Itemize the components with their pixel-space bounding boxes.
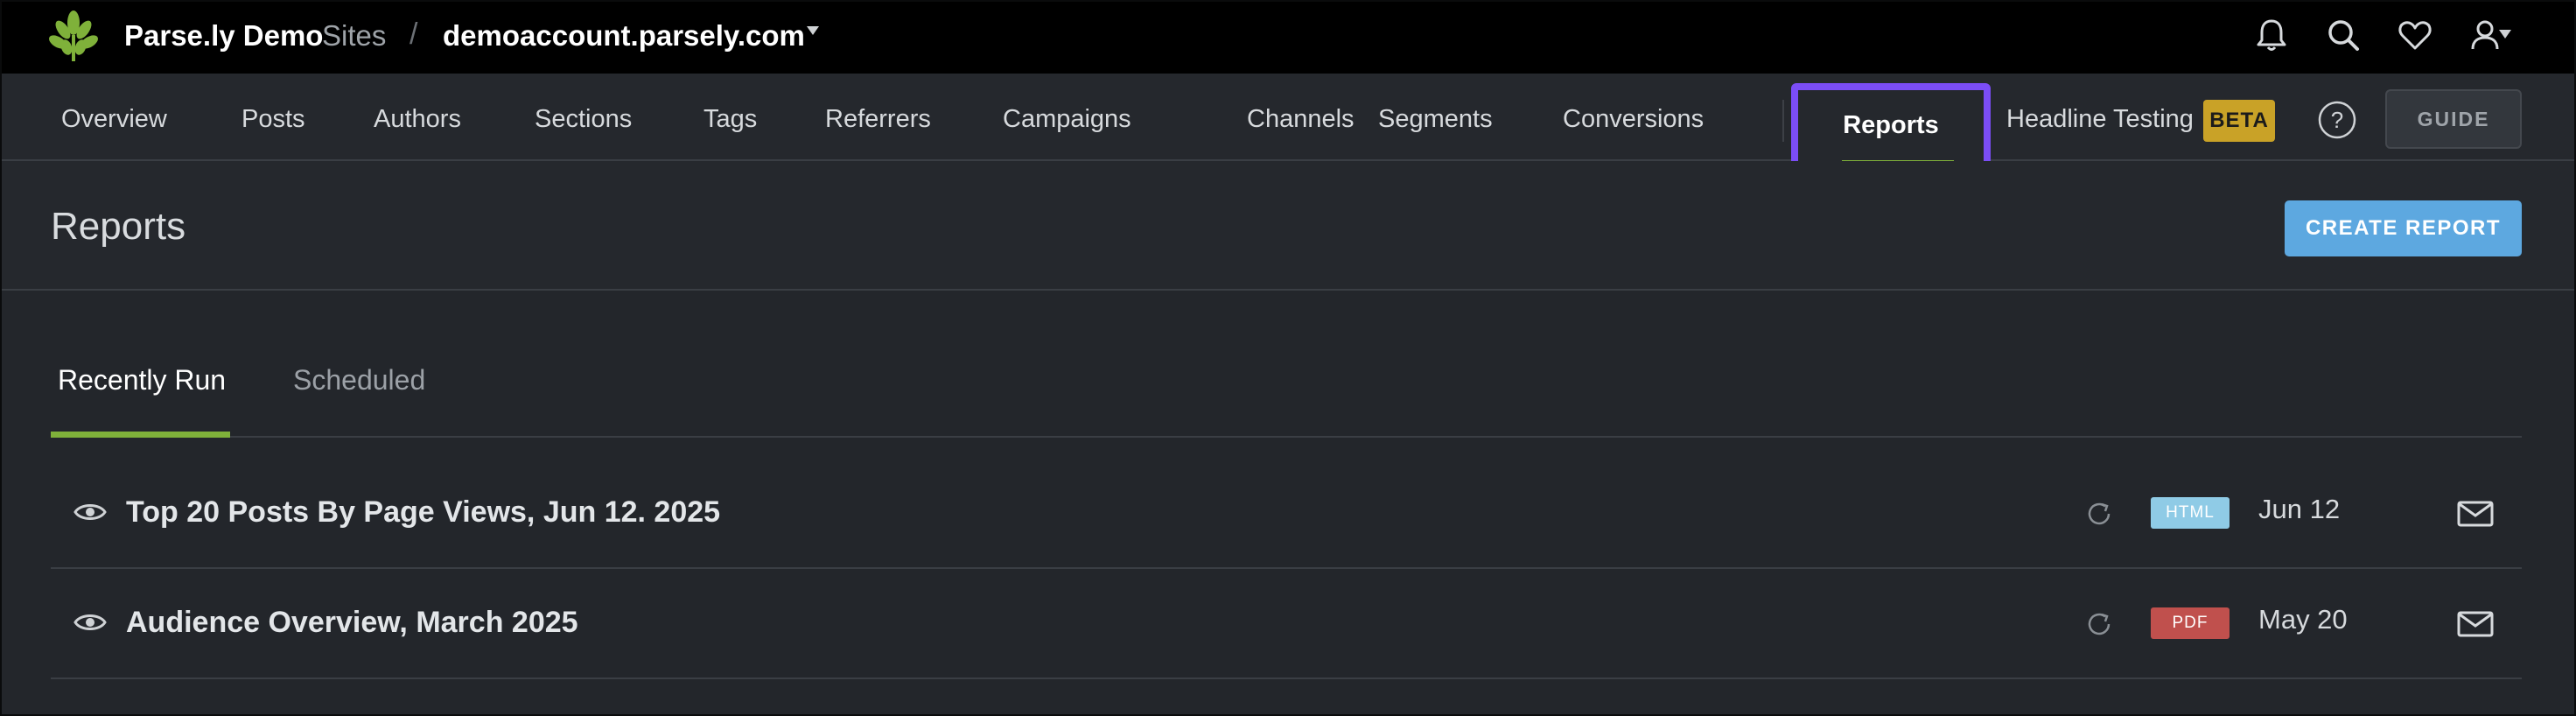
format-badge-html: HTML (2151, 497, 2230, 529)
tab-scheduled[interactable]: Scheduled (293, 364, 425, 397)
nav-posts[interactable]: Posts (242, 105, 305, 134)
nav-tags[interactable]: Tags (704, 105, 757, 134)
eye-icon[interactable] (74, 501, 107, 523)
help-icon[interactable]: ? (2317, 100, 2357, 140)
mail-icon[interactable] (2457, 501, 2494, 527)
main-nav: Overview Posts Authors Sections Tags Ref… (0, 74, 2576, 161)
nav-headline-testing[interactable]: Headline Testing (2006, 105, 2194, 134)
account-selector[interactable]: demoaccount.parsely.com (443, 19, 805, 53)
tab-recently-run[interactable]: Recently Run (58, 364, 226, 397)
nav-segments[interactable]: Segments (1378, 105, 1493, 134)
beta-badge: BETA (2203, 100, 2275, 142)
nav-sections[interactable]: Sections (535, 105, 632, 134)
parsely-logo-icon[interactable] (46, 9, 102, 63)
breadcrumb-separator: / (410, 18, 418, 51)
report-date: Jun 12 (2258, 494, 2341, 524)
nav-campaigns[interactable]: Campaigns (1003, 105, 1131, 134)
report-name[interactable]: Audience Overview, March 2025 (126, 606, 578, 640)
report-row: Top 20 Posts By Page Views, Jun 12. 2025… (51, 460, 2522, 569)
page-title: Reports (51, 205, 186, 248)
bell-icon[interactable] (2252, 16, 2291, 54)
nav-conversions[interactable]: Conversions (1563, 105, 1704, 134)
nav-channels[interactable]: Channels (1247, 105, 1354, 134)
report-row: Audience Overview, March 2025 PDF May 20 (51, 571, 2522, 679)
mail-icon[interactable] (2457, 611, 2494, 637)
nav-divider (1782, 100, 1784, 142)
sites-link[interactable]: Sites (322, 19, 386, 53)
search-icon[interactable] (2324, 16, 2362, 54)
nav-overview[interactable]: Overview (61, 105, 167, 134)
format-badge-pdf: PDF (2151, 607, 2230, 639)
top-bar: Parse.ly Demo Sites / demoaccount.parsel… (0, 0, 2576, 74)
nav-authors[interactable]: Authors (374, 105, 461, 134)
eye-icon[interactable] (74, 611, 107, 634)
chevron-down-icon[interactable] (807, 26, 819, 35)
active-tab-indicator (51, 432, 230, 438)
guide-button[interactable]: GUIDE (2385, 89, 2522, 149)
refresh-icon[interactable] (2082, 497, 2116, 530)
report-name[interactable]: Top 20 Posts By Page Views, Jun 12. 2025 (126, 495, 720, 530)
report-tabs: Recently Run Scheduled (51, 291, 2522, 438)
brand-name[interactable]: Parse.ly Demo (124, 19, 323, 53)
report-date: May 20 (2258, 604, 2348, 635)
svg-text:?: ? (2331, 107, 2343, 133)
heart-icon[interactable] (2396, 16, 2434, 54)
create-report-button[interactable]: CREATE REPORT (2285, 200, 2522, 256)
nav-reports-label: Reports (1843, 111, 1939, 139)
user-menu-caret-icon[interactable] (2499, 30, 2511, 39)
refresh-icon[interactable] (2082, 607, 2116, 641)
page-header: Reports CREATE REPORT (0, 161, 2576, 291)
nav-referrers[interactable]: Referrers (825, 105, 931, 134)
